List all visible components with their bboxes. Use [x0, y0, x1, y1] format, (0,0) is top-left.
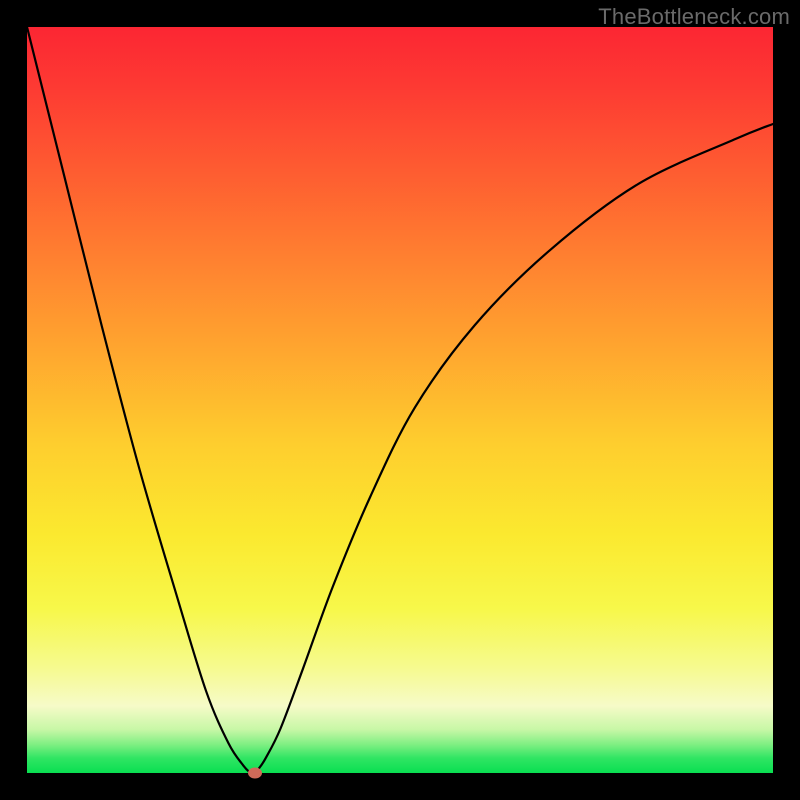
bottleneck-curve [27, 27, 773, 773]
chart-frame: TheBottleneck.com [0, 0, 800, 800]
watermark-text: TheBottleneck.com [598, 4, 790, 30]
plot-area [27, 27, 773, 773]
optimal-marker-dot [248, 768, 262, 779]
